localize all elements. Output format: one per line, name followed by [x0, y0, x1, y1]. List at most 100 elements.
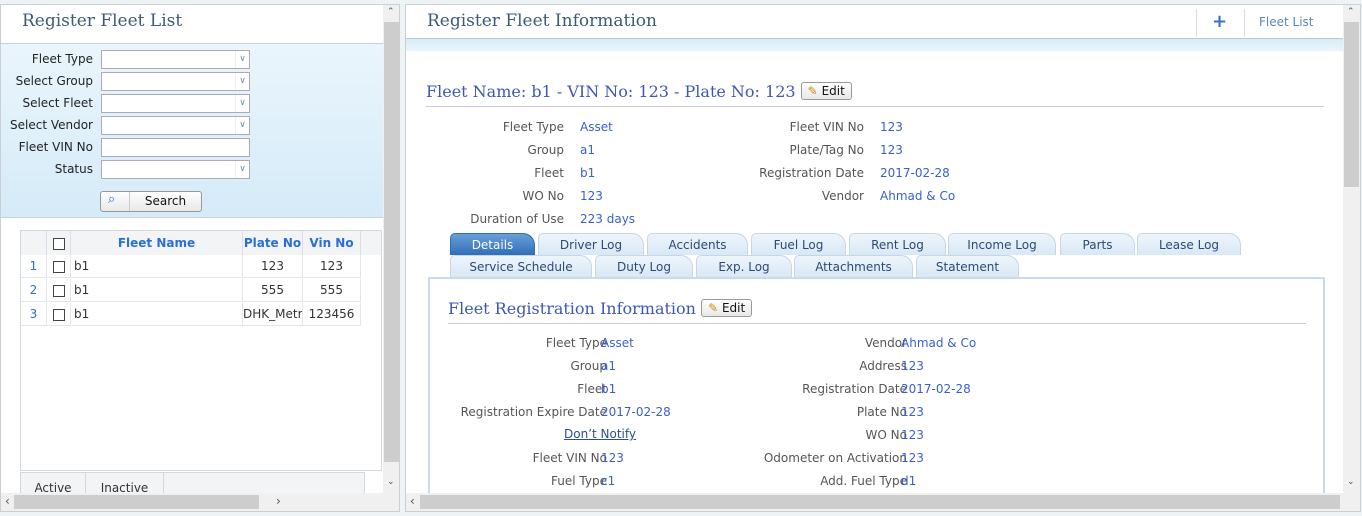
summary-value: Asset	[580, 120, 613, 134]
column-header[interactable]: Vin No	[303, 231, 361, 255]
plate-no: 123	[243, 255, 303, 278]
section-title: Fleet Registration Information	[448, 299, 696, 318]
filter-select[interactable]: ∨	[101, 94, 250, 113]
field-value: Asset	[601, 336, 634, 350]
tab-attachments[interactable]: Attachments	[794, 255, 913, 277]
field-value: Ahmad & Co	[901, 336, 977, 350]
summary-value: a1	[580, 143, 595, 157]
tab-lease-log[interactable]: Lease Log	[1137, 233, 1241, 255]
column-header[interactable]: Plate No	[243, 231, 303, 255]
edit-registration-button[interactable]: ✎ Edit	[701, 299, 753, 317]
pencil-icon: ✎	[708, 301, 719, 315]
edit-fleet-button[interactable]: ✎ Edit	[800, 82, 852, 100]
scroll-thumb[interactable]	[384, 22, 399, 462]
dont-notify-link[interactable]: Don’t Notify	[564, 427, 636, 441]
search-button[interactable]: ⌕ Search	[100, 191, 202, 212]
filter-label: Select Vendor	[10, 118, 93, 132]
fleet-list-link[interactable]: Fleet List	[1259, 15, 1314, 29]
filter-input[interactable]	[101, 138, 250, 157]
field-label: Registration Date	[802, 382, 907, 396]
summary-value: b1	[580, 166, 596, 180]
chevron-down-icon: ∨	[235, 117, 249, 134]
chevron-down-icon: ∨	[235, 95, 249, 112]
scroll-left-icon[interactable]: ‹	[410, 494, 415, 508]
tab-income-log[interactable]: Income Log	[948, 233, 1056, 255]
field-label: Odometer on Activation	[763, 451, 907, 465]
search-label: Search	[129, 192, 201, 211]
header-divider	[1244, 9, 1245, 37]
vertical-scrollbar[interactable]: ⌃ ⌄	[1343, 5, 1360, 493]
field-value: c1	[601, 474, 616, 488]
scroll-thumb[interactable]	[1344, 22, 1359, 187]
summary-label: WO No	[522, 189, 564, 203]
row-checkbox[interactable]	[52, 260, 65, 273]
summary-value: 123	[880, 120, 903, 134]
filter-select[interactable]: ∨	[101, 72, 250, 91]
vin-no: 555	[303, 279, 361, 302]
fleet-heading: Fleet Name: b1 - VIN No: 123 - Plate No:…	[426, 82, 852, 102]
column-header[interactable]: Fleet Name	[71, 231, 243, 255]
row-checkbox[interactable]	[52, 308, 65, 321]
tab-rent-log[interactable]: Rent Log	[849, 233, 946, 255]
horizontal-scrollbar[interactable]: ‹ ›	[1, 493, 399, 511]
search-icon: ⌕	[108, 192, 116, 207]
horizontal-scrollbar[interactable]: ‹	[406, 493, 1360, 511]
scroll-up-icon[interactable]: ⌃	[1347, 7, 1355, 17]
summary-label: Fleet Type	[502, 120, 564, 134]
select-all-header	[47, 231, 71, 255]
filter-select[interactable]: ∨	[101, 116, 250, 135]
table-row[interactable]: 1 b1 123 123	[21, 255, 361, 279]
filter-form: Fleet Type ∨ Select Group ∨ Select Fleet ∨ Sel…	[1, 43, 383, 218]
table-row[interactable]: 2 b1 555 555	[21, 279, 361, 303]
filter-select[interactable]: ∨	[101, 160, 250, 179]
filter-label: Select Group	[15, 74, 93, 88]
details-content: Fleet Registration Information ✎ Edit Do…	[428, 277, 1325, 511]
field-value: 2017-02-28	[901, 382, 971, 396]
tab-details[interactable]: Details	[450, 233, 535, 255]
summary-label: Fleet VIN No	[789, 120, 864, 134]
summary-label: Duration of Use	[470, 212, 564, 226]
chevron-down-icon: ∨	[235, 161, 249, 178]
scroll-right-icon[interactable]: ›	[276, 494, 281, 508]
filter-select[interactable]: ∨	[101, 50, 250, 69]
vin-no: 123456	[303, 303, 361, 326]
field-label: Address	[859, 359, 907, 373]
tab-driver-log[interactable]: Driver Log	[538, 233, 644, 255]
tab-accidents[interactable]: Accidents	[647, 233, 748, 255]
scroll-down-icon[interactable]: ⌄	[387, 477, 395, 487]
tab-service-schedule[interactable]: Service Schedule	[450, 255, 592, 277]
field-value: d1	[901, 474, 917, 488]
chevron-down-icon: ∨	[235, 73, 249, 90]
select-all-checkbox[interactable]	[52, 237, 65, 250]
tab-fuel-log[interactable]: Fuel Log	[751, 233, 846, 255]
chevron-down-icon: ∨	[235, 51, 249, 68]
hscroll-thumb[interactable]	[420, 495, 1340, 509]
field-value: a1	[601, 359, 616, 373]
row-checkbox[interactable]	[52, 284, 65, 297]
scroll-down-icon[interactable]: ⌄	[1347, 477, 1355, 487]
tab-exp-log[interactable]: Exp. Log	[696, 255, 792, 277]
vertical-scrollbar[interactable]: ⌃ ⌄	[383, 5, 399, 493]
row-checkbox-cell	[47, 255, 71, 278]
tab-duty-log[interactable]: Duty Log	[595, 255, 693, 277]
summary-value: Ahmad & Co	[880, 189, 956, 203]
add-fleet-button[interactable]: +	[1212, 11, 1227, 32]
fleet-heading-text: Fleet Name: b1 - VIN No: 123 - Plate No:…	[426, 82, 796, 101]
field-label: Registration Expire Date	[460, 405, 607, 419]
tab-statement[interactable]: Statement	[916, 255, 1019, 277]
plate-no: 555	[243, 279, 303, 302]
scroll-up-icon[interactable]: ⌃	[387, 7, 395, 17]
row-checkbox-cell	[47, 303, 71, 326]
hscroll-thumb[interactable]	[14, 495, 259, 509]
divider	[448, 323, 1306, 324]
scroll-left-icon[interactable]: ‹	[5, 494, 10, 508]
header-divider	[1196, 9, 1197, 37]
panel-title: Register Fleet List	[22, 11, 183, 31]
filter-label: Select Fleet	[22, 96, 93, 110]
field-label: Fuel Type	[551, 474, 607, 488]
field-value: 123	[901, 451, 924, 465]
table-row[interactable]: 3 b1 DHK_Metro 123456	[21, 303, 361, 327]
header-filler	[361, 231, 381, 255]
tab-parts[interactable]: Parts	[1060, 233, 1135, 255]
field-label: Fleet VIN No	[532, 451, 607, 465]
